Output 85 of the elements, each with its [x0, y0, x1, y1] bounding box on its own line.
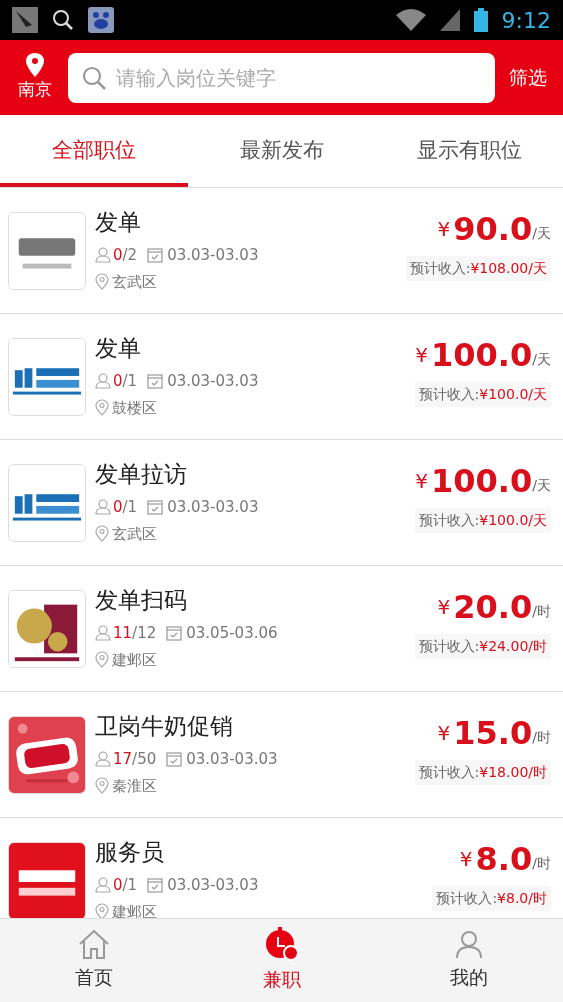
- estimated-income: 预计收入:¥100.0/天: [414, 382, 551, 407]
- person-icon: [95, 247, 111, 264]
- date-range: 03.03-03.03: [167, 497, 259, 518]
- wage-amount: 100.0: [431, 336, 533, 374]
- district-label: 玄武区: [112, 271, 157, 293]
- district-label: 玄武区: [112, 523, 157, 545]
- tab[interactable]: 最新发布: [187, 115, 376, 187]
- person-icon: [95, 751, 111, 768]
- wage-amount: 90.0: [453, 210, 533, 248]
- date-range: 03.03-03.03: [167, 875, 259, 896]
- estimated-income: 预计收入:¥18.00/时: [414, 760, 551, 785]
- location-pin-icon: [95, 777, 109, 795]
- location-pin-icon: [95, 273, 109, 291]
- home-icon: [77, 929, 110, 960]
- date-range: 03.05-03.06: [186, 623, 278, 644]
- wage-amount: 20.0: [453, 588, 533, 626]
- currency-sign: ¥: [415, 468, 429, 495]
- job-title[interactable]: 发单拉访: [95, 458, 406, 490]
- battery-icon: [473, 8, 488, 32]
- applicant-count: 0/1: [113, 497, 138, 518]
- date-range: 03.03-03.03: [167, 371, 259, 392]
- district-label: 鼓楼区: [112, 397, 157, 419]
- wage-amount: 8.0: [475, 840, 533, 878]
- calendar-icon: [147, 499, 164, 516]
- person-icon: [95, 373, 111, 390]
- job-title[interactable]: 发单扫码: [95, 584, 406, 616]
- nav-tab[interactable]: 首页: [0, 919, 188, 1002]
- job-title[interactable]: 发单: [95, 206, 397, 238]
- signal-icon: [439, 9, 460, 31]
- person-icon: [454, 929, 485, 960]
- calendar-icon: [147, 373, 164, 390]
- district-label: 建邺区: [112, 649, 157, 671]
- wage-unit: /天: [532, 225, 551, 243]
- person-icon: [95, 499, 111, 516]
- estimated-income: 预计收入:¥108.00/天: [405, 256, 551, 281]
- estimated-income: 预计收入:¥100.0/天: [414, 508, 551, 533]
- location-pin-icon[interactable]: [26, 52, 44, 77]
- search-icon: [52, 9, 74, 31]
- calendar-icon: [166, 751, 183, 768]
- wage-amount: 100.0: [431, 462, 533, 500]
- city-label[interactable]: 南京: [18, 76, 52, 103]
- location-pin-icon: [95, 525, 109, 543]
- applicant-count: 0/2: [113, 245, 138, 266]
- wage-unit: /时: [532, 603, 551, 621]
- applicant-count: 0/1: [113, 875, 138, 896]
- currency-sign: ¥: [415, 342, 429, 369]
- search-icon: [82, 65, 106, 90]
- location-pin-icon: [95, 903, 109, 918]
- clock-time: 9:12: [501, 6, 551, 35]
- currency-sign: ¥: [459, 846, 473, 873]
- wage-unit: /天: [532, 477, 551, 495]
- clock-icon: [264, 927, 299, 962]
- wage-unit: /时: [532, 855, 551, 873]
- job-title[interactable]: 卫岗牛奶促销: [95, 710, 406, 742]
- calendar-icon: [166, 625, 183, 642]
- calendar-icon: [147, 877, 164, 894]
- wifi-icon: [395, 9, 426, 31]
- wage-amount: 15.0: [453, 714, 533, 752]
- tab[interactable]: 显示有职位: [375, 115, 563, 187]
- job-title[interactable]: 服务员: [95, 836, 424, 868]
- filter-button[interactable]: 筛选: [505, 63, 551, 92]
- wage-unit: /天: [532, 351, 551, 369]
- applicant-count: 11/12: [113, 623, 157, 644]
- currency-sign: ¥: [437, 216, 451, 243]
- applicant-count: 17/50: [113, 749, 157, 770]
- person-icon: [95, 877, 111, 894]
- nav-tab[interactable]: 兼职: [187, 919, 376, 1002]
- applicant-count: 0/1: [113, 371, 138, 392]
- paw-icon: [88, 7, 114, 33]
- currency-sign: ¥: [437, 594, 451, 621]
- estimated-income: 预计收入:¥8.0/时: [432, 886, 551, 911]
- calendar-icon: [147, 247, 164, 264]
- estimated-income: 预计收入:¥24.00/时: [414, 634, 551, 659]
- district-label: 秦淮区: [112, 775, 157, 797]
- search-field[interactable]: 请输入岗位关键字: [68, 52, 495, 103]
- currency-sign: ¥: [437, 720, 451, 747]
- person-icon: [95, 625, 111, 642]
- date-range: 03.03-03.03: [167, 245, 259, 266]
- job-title[interactable]: 发单: [95, 332, 406, 364]
- nav-tab[interactable]: 我的: [375, 919, 563, 1002]
- date-range: 03.03-03.03: [186, 749, 278, 770]
- wage-unit: /时: [532, 729, 551, 747]
- location-pin-icon: [95, 399, 109, 417]
- district-label: 建邺区: [112, 901, 157, 918]
- location-pin-icon: [95, 651, 109, 669]
